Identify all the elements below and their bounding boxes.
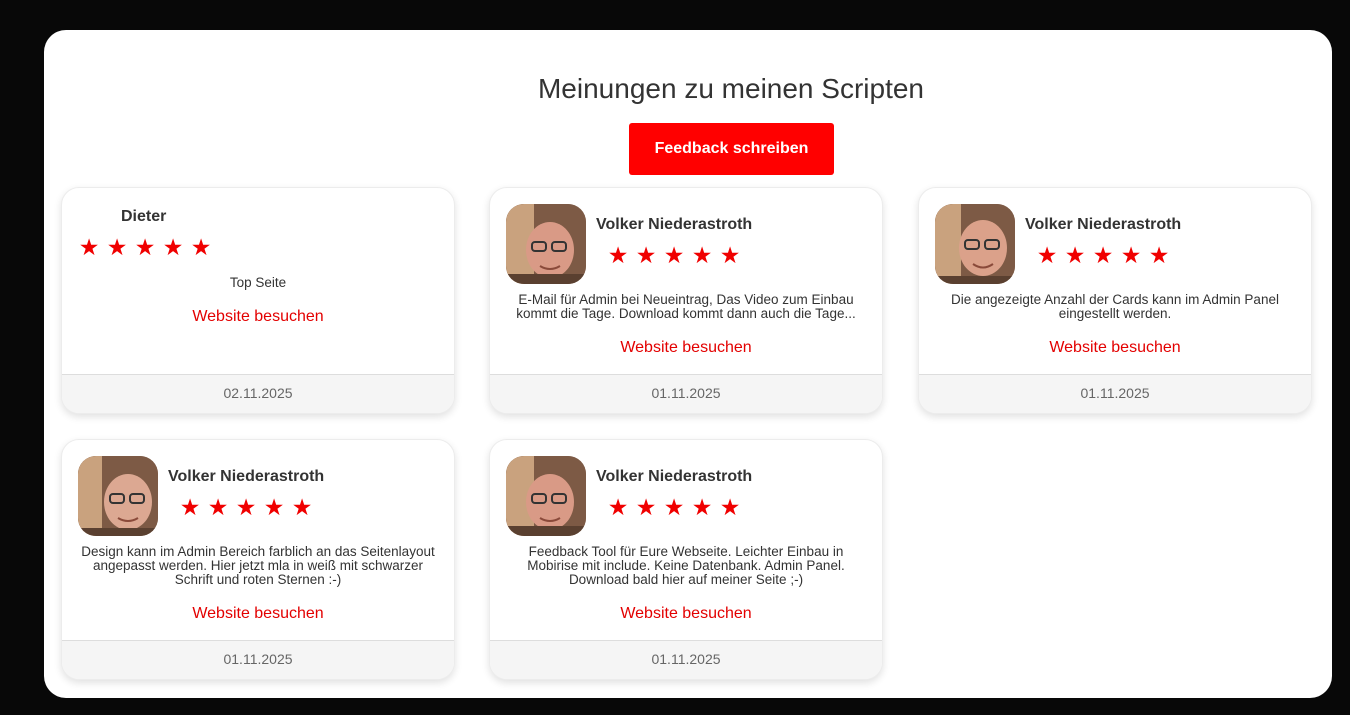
avatar-photo-icon (506, 456, 586, 536)
review-date: 01.11.2025 (490, 374, 882, 413)
star-icon: ★ (1120, 243, 1142, 269)
page-title: Meinungen zu meinen Scripten (537, 73, 924, 104)
star-icon: ★ (207, 495, 229, 521)
review-card: Volker Niederastroth ★ ★ ★ ★ ★ E-Mail fü… (489, 187, 883, 414)
star-icon: ★ (691, 495, 713, 521)
review-author: Volker Niederastroth (596, 468, 753, 485)
review-author: Dieter (121, 208, 167, 225)
review-author: Volker Niederastroth (596, 216, 753, 233)
star-icon: ★ (635, 495, 657, 521)
review-author: Volker Niederastroth (1025, 216, 1182, 233)
review-card: Volker Niederastroth ★ ★ ★ ★ ★ Design ka… (61, 439, 455, 680)
star-icon: ★ (235, 495, 257, 521)
review-date: 01.11.2025 (919, 374, 1311, 413)
review-date: 01.11.2025 (490, 640, 882, 679)
star-rating: ★ ★ ★ ★ ★ (607, 496, 741, 520)
review-card: Volker Niederastroth ★ ★ ★ ★ ★ Die angez… (918, 187, 1312, 414)
visit-website-link[interactable]: Website besuchen (490, 605, 882, 623)
avatar (935, 204, 1015, 284)
visit-website-link[interactable]: Website besuchen (62, 605, 454, 623)
review-message: Top Seite (229, 275, 287, 290)
avatar-photo-icon (78, 456, 158, 536)
star-icon: ★ (663, 243, 685, 269)
visit-website-link[interactable]: Website besuchen (62, 308, 454, 326)
avatar (78, 456, 158, 536)
star-icon: ★ (663, 495, 685, 521)
star-icon: ★ (691, 243, 713, 269)
review-card: Dieter ★ ★ ★ ★ ★ Top Seite Website besuc… (61, 187, 455, 414)
review-message: Feedback Tool für Eure Webseite. Leichte… (527, 544, 845, 587)
avatar (506, 456, 586, 536)
review-message: E-Mail für Admin bei Neueintrag, Das Vid… (516, 292, 856, 321)
review-message: Design kann im Admin Bereich farblich an… (81, 544, 435, 587)
star-icon: ★ (106, 235, 128, 261)
star-icon: ★ (607, 495, 629, 521)
star-icon: ★ (179, 495, 201, 521)
visit-website-link[interactable]: Website besuchen (919, 339, 1311, 357)
star-rating: ★ ★ ★ ★ ★ (179, 496, 313, 520)
star-icon: ★ (1148, 243, 1170, 269)
star-icon: ★ (635, 243, 657, 269)
write-feedback-button[interactable]: Feedback schreiben (629, 123, 834, 175)
star-icon: ★ (607, 243, 629, 269)
avatar-photo-icon (935, 204, 1015, 284)
visit-website-link[interactable]: Website besuchen (490, 339, 882, 357)
star-icon: ★ (78, 235, 100, 261)
star-icon: ★ (190, 235, 212, 261)
star-icon: ★ (719, 243, 741, 269)
star-icon: ★ (719, 495, 741, 521)
star-rating: ★ ★ ★ ★ ★ (78, 236, 212, 260)
star-icon: ★ (291, 495, 313, 521)
star-icon: ★ (1036, 243, 1058, 269)
star-rating: ★ ★ ★ ★ ★ (1036, 244, 1170, 268)
review-message: Die angezeigte Anzahl der Cards kann im … (951, 292, 1279, 321)
star-icon: ★ (263, 495, 285, 521)
review-date: 02.11.2025 (62, 374, 454, 413)
review-author: Volker Niederastroth (168, 468, 325, 485)
star-icon: ★ (134, 235, 156, 261)
star-icon: ★ (1092, 243, 1114, 269)
star-icon: ★ (1064, 243, 1086, 269)
star-icon: ★ (162, 235, 184, 261)
review-card: Volker Niederastroth ★ ★ ★ ★ ★ Feedback … (489, 439, 883, 680)
avatar (506, 204, 586, 284)
review-date: 01.11.2025 (62, 640, 454, 679)
star-rating: ★ ★ ★ ★ ★ (607, 244, 741, 268)
avatar-photo-icon (506, 204, 586, 284)
